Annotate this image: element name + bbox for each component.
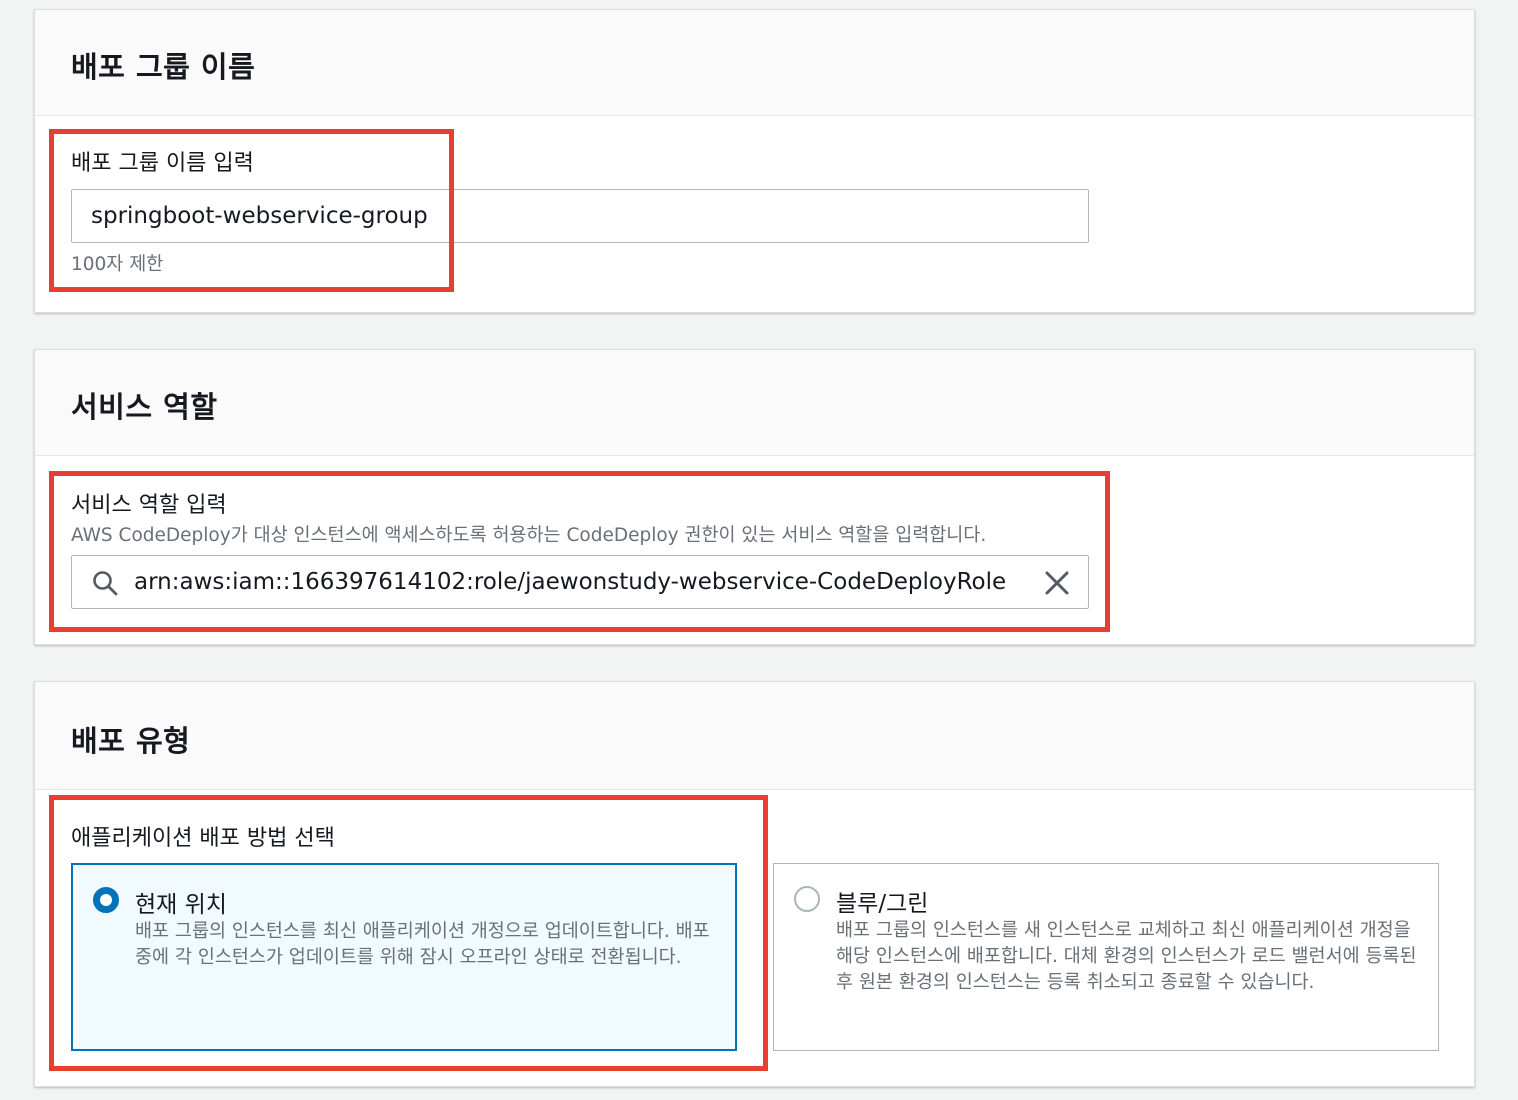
panel-title: 서비스 역할 [71, 390, 218, 424]
panel-title: 배포 그룹 이름 [71, 50, 256, 84]
blue-green-option-tile[interactable]: 블루/그린 배포 그룹의 인스턴스를 새 인스턴스로 교체하고 최신 애플리케이… [773, 863, 1439, 1051]
panel-title: 배포 유형 [71, 724, 191, 758]
in-place-option-tile[interactable]: 현재 위치 배포 그룹의 인스턴스를 최신 애플리케이션 개정으로 업데이트합니… [71, 863, 737, 1051]
in-place-option-description: 배포 그룹의 인스턴스를 최신 애플리케이션 개정으로 업데이트합니다. 배포 … [135, 921, 710, 968]
deployment-group-name-label: 배포 그룹 이름 입력 [71, 151, 254, 176]
service-role-description: AWS CodeDeploy가 대상 인스턴스에 액세스하도록 허용하는 Cod… [71, 525, 987, 546]
deployment-method-label: 애플리케이션 배포 방법 선택 [71, 826, 335, 851]
deployment-group-name-value: springboot-webservice-group [91, 203, 428, 229]
blue-green-option-label: 블루/그린 [836, 891, 929, 917]
in-place-radio[interactable] [93, 887, 119, 913]
blue-green-option-description: 배포 그룹의 인스턴스를 새 인스턴스로 교체하고 최신 애플리케이션 개정을 … [836, 920, 1417, 993]
search-icon [92, 570, 118, 596]
panel-header: 배포 그룹 이름 [35, 10, 1474, 116]
service-role-panel: 서비스 역할 서비스 역할 입력 AWS CodeDeploy가 대상 인스턴스… [34, 349, 1475, 645]
deployment-group-name-input[interactable]: springboot-webservice-group [71, 189, 1089, 243]
service-role-search-input[interactable]: arn:aws:iam::166397614102:role/jaewonstu… [71, 555, 1089, 609]
panel-header: 배포 유형 [35, 682, 1474, 790]
deployment-type-panel: 배포 유형 애플리케이션 배포 방법 선택 현재 위치 배포 그룹의 인스턴스를… [34, 681, 1475, 1087]
blue-green-radio[interactable] [794, 886, 820, 912]
service-role-label: 서비스 역할 입력 [71, 493, 227, 518]
close-icon[interactable] [1044, 570, 1070, 596]
panel-header: 서비스 역할 [35, 350, 1474, 456]
deployment-group-name-panel: 배포 그룹 이름 배포 그룹 이름 입력 springboot-webservi… [34, 9, 1475, 313]
in-place-option-label: 현재 위치 [135, 892, 227, 918]
service-role-value: arn:aws:iam::166397614102:role/jaewonstu… [134, 569, 1007, 595]
character-limit-hint: 100자 제한 [71, 254, 164, 275]
